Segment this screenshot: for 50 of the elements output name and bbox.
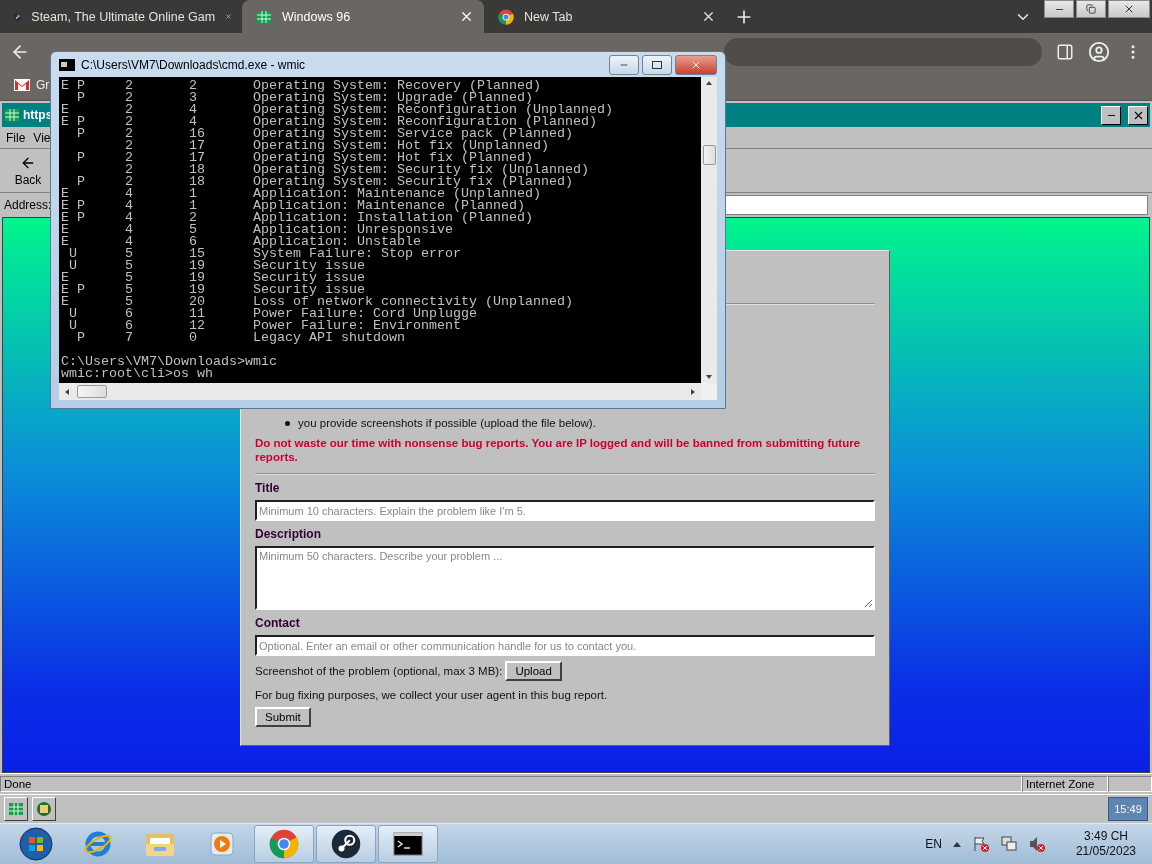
console-line: P 2 3 Operating System: Upgrade (Planned) — [76, 92, 533, 104]
browser-tab[interactable]: Steam, The Ultimate Online Gam — [0, 0, 242, 33]
console-line: E P 5 19 Security issue — [61, 284, 365, 296]
console-line: E P 2 2 Operating System: Recovery (Planned) — [61, 80, 542, 92]
window-title: C:\Users\VM7\Downloads\cmd.exe - wmic — [81, 57, 306, 72]
console-line: U 6 12 Power Failure: Environment — [68, 320, 461, 332]
bookmark-link[interactable]: Gr — [36, 78, 50, 92]
console-line: 2 18 Operating System: Security fix (Unplanned) — [124, 164, 590, 176]
console-line: 2 17 Operating System: Hot fix (Unplanned) — [124, 140, 549, 152]
console-line: wmic:root\cli>os wh — [61, 368, 214, 380]
console-line: P 2 18 Operating System: Security fix (Planned) — [76, 176, 573, 188]
field-label: Description — [255, 527, 322, 541]
console-line: U 6 11 Power Failure: Cord Unplugge — [68, 308, 478, 320]
warning-text: Do not waste our time with nonsense bug reports. You are IP logged and will be banned from submitting future reports. — [255, 436, 862, 464]
console-line: E 4 5 Application: Unresponsive — [61, 224, 454, 236]
console-line: E P 4 2 Application: Installation (Planned) — [61, 212, 534, 224]
console-line: E 5 20 Loss of network connectivity (Unplanned) — [61, 296, 574, 308]
console-line: U 5 19 Security issue — [69, 260, 366, 272]
bullet-text: you provide screenshots if possible (upload the file below). — [298, 416, 596, 431]
console-line: E P 2 4 Operating System: Reconfiguration (Planned) — [61, 116, 597, 128]
clock-text[interactable]: 3:49 CH 21/05/2023 — [1075, 829, 1136, 859]
browser-tab[interactable]: New Tab — [484, 0, 726, 33]
console-line: E 4 1 Application: Maintenance (Unplanned) — [61, 188, 541, 200]
console-line: E 5 19 Security issue — [61, 272, 366, 284]
status-text: Done — [0, 776, 1022, 792]
zone-text: Internet Zone — [1022, 776, 1108, 792]
browser-tab[interactable]: Windows 96 — [242, 0, 484, 33]
console-line: U 5 15 System Failure: Stop error — [68, 248, 462, 260]
clock-text: 15:49 — [1108, 797, 1148, 821]
console-line: C:\Users\VM7\Downloads>wmic — [61, 356, 278, 368]
field-label: Contact — [255, 616, 301, 630]
upload-button[interactable]: Upload — [505, 661, 562, 681]
console-line: E 2 4 Operating System: Reconfiguration (Unplanned) — [61, 104, 614, 116]
console-line: E P 4 1 Application: Maintenance (Planned) — [61, 200, 525, 212]
menu-item[interactable]: File — [6, 130, 26, 145]
submit-button[interactable]: Submit — [255, 707, 311, 727]
menu-item[interactable]: Vie — [33, 130, 51, 145]
text-field[interactable]: Optional. Enter an email or other communication handle for us to contact you. — [255, 635, 875, 656]
console-line: P 2 17 Operating System: Hot fix (Planned) — [76, 152, 533, 164]
upload-label: Screenshot of the problem (optional, max 3 MB): — [255, 665, 503, 677]
console-line: E 4 6 Application: Unstable — [61, 236, 421, 248]
back-button[interactable]: Back — [4, 151, 52, 190]
note-text: For bug fixing purposes, we collect your user agent in this bug report. — [255, 689, 609, 701]
description-field[interactable]: Minimum 50 characters. Describe your problem ... — [255, 546, 875, 610]
console-line: P 7 0 Legacy API shutdown — [76, 332, 406, 344]
address-label: Address: — [4, 198, 52, 212]
language-indicator[interactable]: EN — [925, 837, 942, 851]
text-field[interactable]: Minimum 10 characters. Explain the problem like I'm 5. — [255, 500, 875, 521]
field-label: Title — [255, 481, 281, 495]
console-line: P 2 16 Operating System: Service pack (Planned) — [76, 128, 573, 140]
